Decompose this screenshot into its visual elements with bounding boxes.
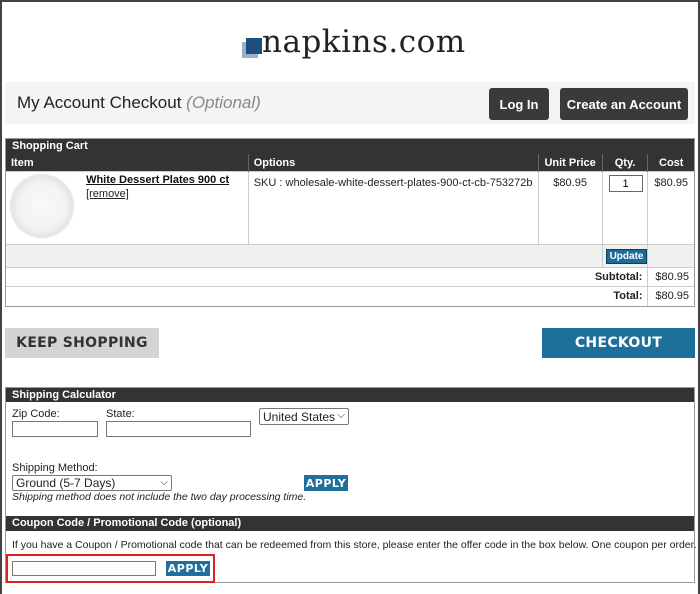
subtotal-label: Subtotal:: [6, 267, 648, 287]
zip-input[interactable]: [12, 421, 98, 437]
account-title: My Account Checkout (Optional): [17, 93, 261, 113]
product-image[interactable]: [11, 175, 73, 237]
cart-heading: Shopping Cart: [6, 139, 694, 154]
coupon-input[interactable]: [12, 561, 156, 576]
zip-label: Zip Code:: [12, 408, 60, 420]
cart-header-row: Item Options Unit Price Qty. Cost: [6, 154, 694, 172]
account-title-text: My Account Checkout: [17, 93, 182, 112]
country-select[interactable]: United States ⌵: [259, 408, 349, 425]
table-row: White Dessert Plates 900 ct [remove] SKU…: [6, 171, 694, 245]
total-value: $80.95: [647, 286, 694, 306]
qty-cell: [601, 171, 648, 245]
total-row: Total: $80.95: [6, 286, 694, 306]
coupon-heading: Coupon Code / Promotional Code (optional…: [6, 516, 694, 531]
col-unit-price: Unit Price: [537, 154, 603, 172]
col-qty: Qty.: [601, 154, 648, 172]
keep-shopping-button[interactable]: KEEP SHOPPING: [5, 328, 159, 358]
create-account-button[interactable]: Create an Account: [560, 88, 688, 120]
shopping-cart: Shopping Cart Item Options Unit Price Qt…: [5, 138, 695, 307]
site-logo[interactable]: napkins.com: [242, 14, 472, 64]
options-cell: SKU : wholesale-white-dessert-plates-900…: [247, 171, 539, 245]
shipping-method-label: Shipping Method:: [12, 462, 98, 474]
qty-input[interactable]: [608, 175, 643, 192]
shipping-method-select[interactable]: Ground (5-7 Days) ⌵: [12, 475, 172, 491]
cost-cell: $80.95: [647, 171, 694, 245]
coupon-instructions: If you have a Coupon / Promotional code …: [12, 539, 697, 551]
state-input[interactable]: [106, 421, 251, 437]
checkout-button[interactable]: CHECKOUT: [542, 328, 695, 358]
logo-squares-icon: [242, 38, 262, 58]
account-title-optional: (Optional): [186, 93, 261, 112]
remove-link[interactable]: [remove]: [86, 188, 229, 200]
logo-text: napkins.com: [262, 24, 466, 60]
shipping-note: Shipping method does not include the two…: [12, 491, 307, 503]
chevron-down-icon: ⌵: [337, 410, 345, 421]
coupon-apply-button[interactable]: APPLY: [166, 561, 210, 576]
shipping-calculator: Shipping Calculator Zip Code: State: Uni…: [5, 387, 697, 583]
login-button[interactable]: Log In: [489, 88, 549, 120]
product-name-link[interactable]: White Dessert Plates 900 ct: [86, 174, 229, 186]
country-value: United States: [263, 409, 336, 424]
state-label: State:: [106, 408, 135, 420]
unit-price-cell: $80.95: [537, 171, 603, 245]
col-cost: Cost: [647, 154, 694, 172]
col-item: Item: [6, 154, 249, 172]
item-cell: White Dessert Plates 900 ct [remove]: [6, 171, 249, 245]
account-bar: My Account Checkout (Optional) Log In Cr…: [5, 82, 695, 124]
shipping-apply-button[interactable]: APPLY: [304, 475, 348, 491]
subtotal-row: Subtotal: $80.95: [6, 267, 694, 287]
update-button[interactable]: Update: [605, 249, 648, 264]
shipping-heading: Shipping Calculator: [6, 388, 694, 402]
shipping-method-value: Ground (5-7 Days): [16, 476, 116, 490]
col-options: Options: [247, 154, 539, 172]
update-row: Update: [6, 244, 694, 268]
total-label: Total:: [6, 286, 648, 306]
chevron-down-icon: ⌵: [160, 477, 168, 488]
subtotal-value: $80.95: [647, 267, 694, 287]
cart-table: Item Options Unit Price Qty. Cost White …: [6, 154, 694, 306]
